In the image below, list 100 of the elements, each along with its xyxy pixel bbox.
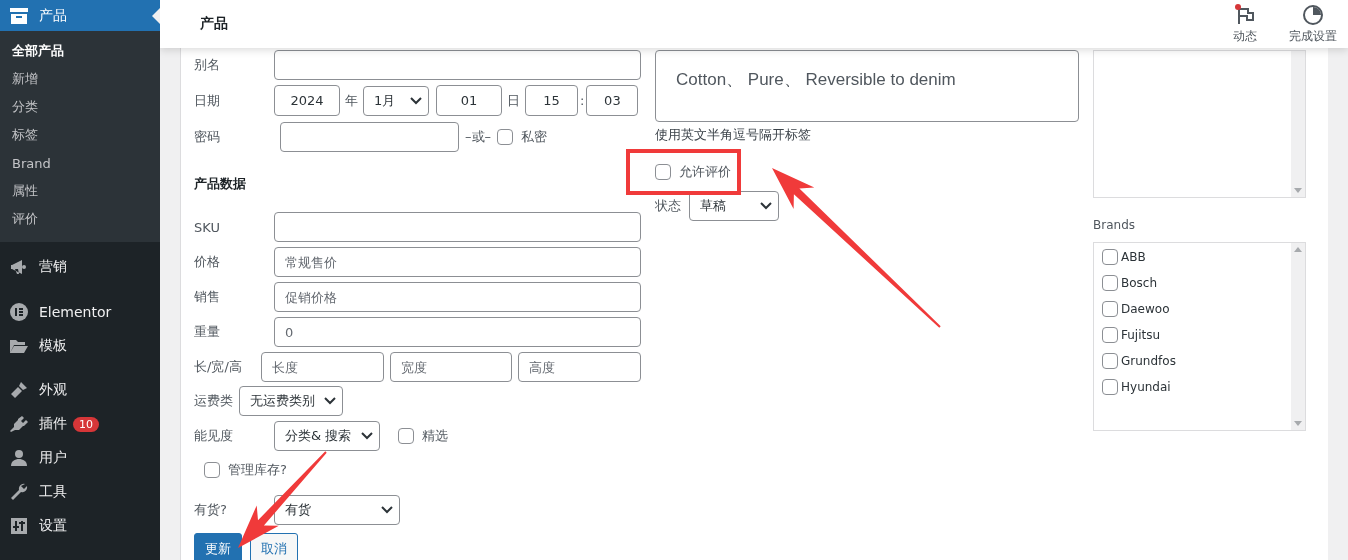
menu-label: 插件 [39, 415, 67, 433]
sidebar-submenu-item[interactable]: 标签 [0, 121, 160, 149]
text-input[interactable]: 常规售价 [274, 247, 641, 277]
menu-label: 营销 [39, 258, 67, 276]
hint-text: 使用英文半角逗号隔开标签 [655, 126, 812, 144]
checkbox-label: Grundfos [1121, 354, 1176, 368]
slug-input[interactable] [274, 50, 641, 80]
menu-label: 用户 [39, 449, 67, 467]
sidebar-menu-item[interactable]: 模板 [0, 329, 160, 363]
menu-label: 模板 [39, 337, 67, 355]
checkbox[interactable] [1102, 353, 1118, 369]
checkbox-label: Bosch [1121, 276, 1158, 290]
checkbox-label: Fujitsu [1121, 328, 1161, 342]
chevron-down-icon [324, 397, 336, 405]
sidebar-menu-item[interactable]: 设置 [0, 509, 160, 543]
count-badge: 10 [73, 416, 99, 432]
visibility-select[interactable]: 分类& 搜索 [274, 421, 380, 451]
unit-label: 日 [507, 91, 520, 110]
checkbox-label: ABB [1121, 250, 1146, 264]
sidebar-submenu-item[interactable]: Brand [0, 149, 160, 177]
field-label: 重量 [194, 323, 221, 341]
dimension-input[interactable]: 长度 [261, 352, 384, 382]
dimension-input[interactable]: 高度 [518, 352, 641, 382]
day-input[interactable]: 01 [436, 85, 502, 116]
field-label: 能见度 [194, 427, 234, 445]
scroll-up-icon [1294, 247, 1302, 252]
minute-input[interactable]: 03 [586, 85, 639, 116]
checkbox-label: 私密 [521, 128, 547, 146]
checkbox-label: 允许评价 [679, 163, 731, 181]
page-title: 产品 [200, 15, 228, 33]
sidebar-submenu-item[interactable]: 评价 [0, 205, 160, 233]
time-separator: : [580, 93, 585, 108]
sidebar-menu-item[interactable]: 外观 [0, 373, 160, 407]
checkbox-label: Daewoo [1121, 302, 1170, 316]
checkbox[interactable] [1102, 301, 1118, 317]
sidebar-menu-item[interactable]: Elementor [0, 295, 160, 329]
wrench-icon [9, 482, 29, 502]
dimension-input[interactable]: 宽度 [389, 352, 513, 382]
field-label: 日期 [194, 91, 221, 110]
field-label: 状态 [655, 197, 681, 215]
checkbox-label: Hyundai [1121, 380, 1171, 394]
chevron-down-icon [760, 202, 772, 210]
archive-icon [9, 6, 29, 25]
field-label: SKU [194, 219, 221, 235]
menu-label: 工具 [39, 483, 67, 501]
or-label: –或– [465, 128, 491, 146]
shipping-class-select[interactable]: 无运费类别 [239, 386, 343, 416]
sidebar-menu-item[interactable]: 工具 [0, 475, 160, 509]
tags-textarea[interactable]: Cotton、 Pure、 Reversible to denim [655, 50, 1079, 122]
field-label: 有货? [194, 501, 228, 519]
scroll-down-icon [1294, 188, 1302, 193]
section-heading: 产品数据 [194, 175, 246, 193]
field-label: 销售 [194, 288, 221, 306]
text-input[interactable] [274, 212, 641, 242]
checkbox[interactable] [1102, 275, 1118, 291]
unit-label: 年 [345, 91, 358, 110]
field-label: 价格 [194, 253, 221, 271]
sidebar-menu-item[interactable]: 插件 10 [0, 407, 160, 441]
password-input[interactable] [280, 122, 459, 152]
scroll-down-icon [1294, 421, 1302, 426]
megaphone-icon [9, 257, 29, 277]
checkbox[interactable] [497, 129, 513, 145]
checkbox[interactable] [1102, 249, 1118, 265]
sidebar-submenu-item[interactable]: 分类 [0, 93, 160, 121]
sidebar-menu-item[interactable]: 用户 [0, 441, 160, 475]
toolbar-action[interactable]: 动态 [1218, 3, 1272, 45]
checkbox[interactable] [398, 428, 414, 444]
chevron-down-icon [410, 96, 422, 105]
menu-label: Elementor [39, 304, 112, 320]
field-label: 长/宽/高 [194, 358, 243, 376]
checkbox[interactable] [655, 164, 671, 180]
update-button[interactable]: 更新 [194, 533, 242, 560]
checkbox-label: 管理库存? [228, 461, 287, 479]
chevron-down-icon [361, 432, 373, 440]
field-label: 密码 [194, 128, 221, 146]
menu-label: 产品 [39, 6, 67, 25]
plug-icon [9, 414, 29, 434]
text-input[interactable]: 促销价格 [274, 282, 641, 312]
list-label: Brands [1093, 218, 1136, 232]
sidebar-menu-item[interactable]: 营销 [0, 250, 160, 284]
sidebar-menu-item[interactable]: 产品 [0, 0, 160, 31]
checkbox[interactable] [1102, 327, 1118, 343]
checkbox[interactable] [1102, 379, 1118, 395]
cancel-button[interactable]: 取消 [250, 533, 298, 560]
field-label: 别名 [194, 56, 221, 74]
sidebar-submenu-item[interactable]: 属性 [0, 177, 160, 205]
sidebar-submenu-item[interactable]: 新增 [0, 65, 160, 93]
status-select[interactable]: 草稿 [689, 191, 779, 221]
chevron-down-icon [381, 506, 393, 514]
field-label: 运费类 [194, 392, 234, 410]
sidebar-submenu-item[interactable]: 全部产品 [0, 37, 160, 65]
month-select[interactable]: 1月 [363, 85, 429, 116]
checkbox[interactable] [204, 462, 220, 478]
text-input[interactable]: 0 [274, 317, 641, 347]
stock-status-select[interactable]: 有货 [274, 495, 400, 525]
user-icon [9, 448, 29, 468]
menu-label: 设置 [39, 517, 67, 535]
toolbar-action[interactable]: 完成设置 [1286, 3, 1340, 45]
year-input[interactable]: 2024 [274, 85, 340, 116]
hour-input[interactable]: 15 [525, 85, 578, 116]
